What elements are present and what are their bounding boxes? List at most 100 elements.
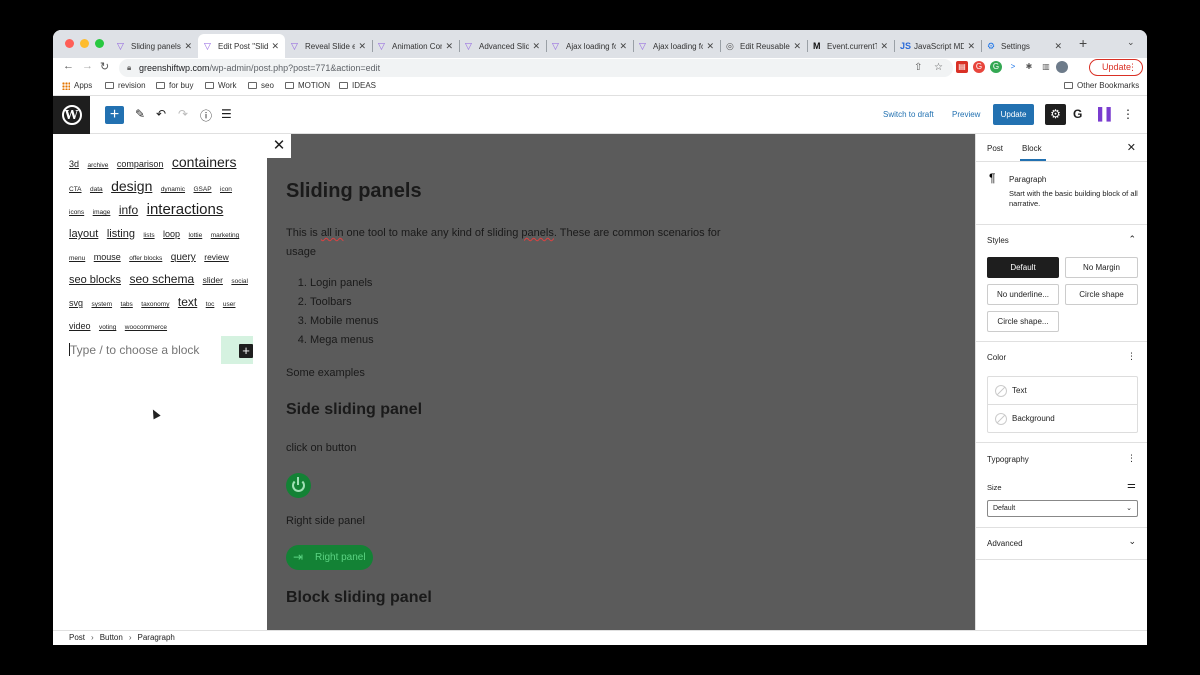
tag-link[interactable]: info — [119, 203, 138, 217]
tab-post[interactable]: Post — [987, 144, 1003, 153]
breadcrumb-post[interactable]: Post — [69, 633, 85, 642]
settings-gear-icon[interactable]: ⚙ — [1045, 104, 1066, 125]
list-view-icon[interactable]: ☰ — [221, 107, 232, 121]
chevron-up-icon[interactable]: ⌃ — [1128, 234, 1136, 245]
close-tab-icon[interactable]: ✕ — [706, 41, 714, 52]
tag-link[interactable]: voting — [99, 324, 116, 331]
styles-title[interactable]: Styles — [987, 236, 1009, 245]
minimize-window-button[interactable] — [80, 39, 89, 48]
advanced-panel[interactable]: Advanced ⌄ — [976, 528, 1147, 560]
intro-paragraph[interactable]: This is all in one tool to make any kind… — [286, 224, 736, 262]
power-icon[interactable] — [286, 473, 311, 498]
block-inserter-toggle[interactable]: + — [105, 106, 124, 124]
close-tab-icon[interactable]: ✕ — [532, 41, 540, 52]
tag-link[interactable]: containers — [172, 154, 237, 170]
browser-tab[interactable]: JSJavaScript MDN✕ — [894, 34, 981, 58]
post-title[interactable]: Sliding panels — [286, 180, 422, 203]
pencil-icon[interactable]: ✎ — [135, 107, 145, 121]
close-icon[interactable]: ✕ — [1127, 141, 1136, 154]
tag-link[interactable]: tabs — [121, 301, 133, 308]
puzzle-icon[interactable]: ✱ — [1023, 61, 1035, 73]
tag-link[interactable]: lists — [143, 232, 154, 239]
tab-search-chevron-icon[interactable]: ⌄ — [1127, 37, 1135, 48]
tag-link[interactable]: social — [231, 278, 248, 285]
tag-link[interactable]: icons — [69, 209, 84, 216]
side-sliding-heading[interactable]: Side sliding panel — [286, 401, 422, 419]
browser-tab-active[interactable]: ▽Edit Post "Sliding panels"✕ — [198, 34, 285, 58]
color-background-option[interactable]: Background — [988, 405, 1137, 433]
bookmark-folder[interactable]: Work — [205, 81, 237, 90]
editor-canvas[interactable]: ✕ Sliding panels This is all in one tool… — [267, 134, 975, 630]
browser-tab[interactable]: ▽Advanced Sliders✕ — [459, 34, 546, 58]
close-tab-icon[interactable]: ✕ — [880, 41, 888, 52]
wordpress-logo-button[interactable]: W — [53, 96, 90, 134]
reload-icon[interactable]: ↻ — [100, 60, 109, 73]
tag-link[interactable]: interactions — [147, 201, 224, 218]
switch-to-draft-button[interactable]: Switch to draft — [883, 110, 934, 119]
sidepanel-icon[interactable]: ▥ — [1040, 61, 1052, 73]
tag-link[interactable]: menu — [69, 255, 85, 262]
breadcrumb-paragraph[interactable]: Paragraph — [138, 633, 175, 642]
bookmark-folder[interactable]: seo — [248, 81, 274, 90]
options-kebab-icon[interactable]: ⋮ — [1127, 351, 1136, 362]
breadcrumb-button[interactable]: Button — [100, 633, 123, 642]
close-window-button[interactable] — [65, 39, 74, 48]
usage-list[interactable]: Login panels Toolbars Mobile menus Mega … — [310, 274, 378, 350]
tab-block[interactable]: Block — [1020, 144, 1046, 161]
tag-link[interactable]: video — [69, 321, 91, 331]
right-panel-button[interactable]: ⇥ Right panel — [286, 545, 373, 570]
browser-tab[interactable]: MEvent.currentTarget✕ — [807, 34, 894, 58]
close-tab-icon[interactable]: ✕ — [619, 41, 627, 52]
extension-icon[interactable]: ▤ — [956, 61, 968, 73]
avatar[interactable] — [1056, 61, 1068, 73]
tag-link[interactable]: woocommerce — [125, 324, 167, 331]
plugin-icon[interactable]: ▌▌ — [1098, 107, 1115, 121]
browser-tab[interactable]: ◎ Edit Reusable ✕ — [720, 34, 807, 58]
click-on-button-paragraph[interactable]: click on button — [286, 439, 356, 458]
tag-link[interactable]: seo blocks — [69, 274, 121, 286]
tag-link[interactable]: icon — [220, 186, 232, 193]
tag-link[interactable]: layout — [69, 228, 98, 240]
tag-link[interactable]: user — [223, 301, 236, 308]
close-tab-icon[interactable]: ✕ — [967, 41, 975, 52]
preview-button[interactable]: Preview — [952, 110, 980, 119]
back-arrow-icon[interactable]: ← — [63, 60, 74, 72]
options-kebab-icon[interactable]: ⋮ — [1122, 107, 1134, 121]
close-tab-icon[interactable]: ✕ — [793, 41, 801, 52]
tag-link[interactable]: listing — [107, 228, 135, 240]
close-tab-icon[interactable]: ✕ — [358, 41, 366, 52]
chrome-update-button[interactable]: Update ⋮ — [1089, 59, 1143, 76]
other-bookmarks[interactable]: Other Bookmarks — [1064, 81, 1139, 90]
undo-icon[interactable]: ↶ — [156, 107, 166, 121]
tag-link[interactable]: taxonomy — [141, 301, 169, 308]
terminal-icon[interactable]: > — [1007, 61, 1019, 73]
style-circle-shape-button[interactable]: Circle shape — [1065, 284, 1138, 305]
redo-icon[interactable]: ↷ — [178, 107, 188, 121]
block-sliding-heading[interactable]: Block sliding panel — [286, 589, 432, 607]
tag-link[interactable]: CTA — [69, 186, 82, 193]
url-field[interactable]: 🔒︎ greenshiftwp.com/wp-admin/post.php?po… — [119, 59, 953, 77]
font-size-select[interactable]: Default ⌄ — [987, 500, 1138, 517]
tag-link[interactable]: review — [204, 252, 229, 262]
tag-link[interactable]: toc — [206, 301, 215, 308]
bookmark-folder[interactable]: for buy — [156, 81, 193, 90]
tag-link[interactable]: data — [90, 186, 103, 193]
new-tab-button[interactable]: + — [1079, 35, 1087, 51]
tag-link[interactable]: lottie — [189, 232, 203, 239]
color-text-option[interactable]: Text — [988, 377, 1137, 405]
extension-icon[interactable]: G — [990, 61, 1002, 73]
update-button[interactable]: Update — [993, 104, 1034, 125]
close-tab-icon[interactable]: ✕ — [1054, 41, 1062, 52]
tag-link[interactable]: dynamic — [161, 186, 185, 193]
tag-link[interactable]: query — [171, 252, 196, 263]
close-tab-icon[interactable]: ✕ — [445, 41, 453, 52]
browser-tab[interactable]: ▽ Ajax loading for ✕ — [546, 34, 633, 58]
tag-link[interactable]: loop — [163, 229, 180, 239]
some-examples-paragraph[interactable]: Some examples — [286, 364, 365, 383]
forward-arrow-icon[interactable]: → — [82, 60, 93, 72]
tag-link[interactable]: system — [91, 301, 112, 308]
share-icon[interactable]: ⇧ — [914, 59, 922, 77]
close-tab-icon[interactable]: ✕ — [184, 41, 192, 52]
options-kebab-icon[interactable]: ⋮ — [1127, 453, 1136, 464]
style-no-margin-button[interactable]: No Margin — [1065, 257, 1138, 278]
